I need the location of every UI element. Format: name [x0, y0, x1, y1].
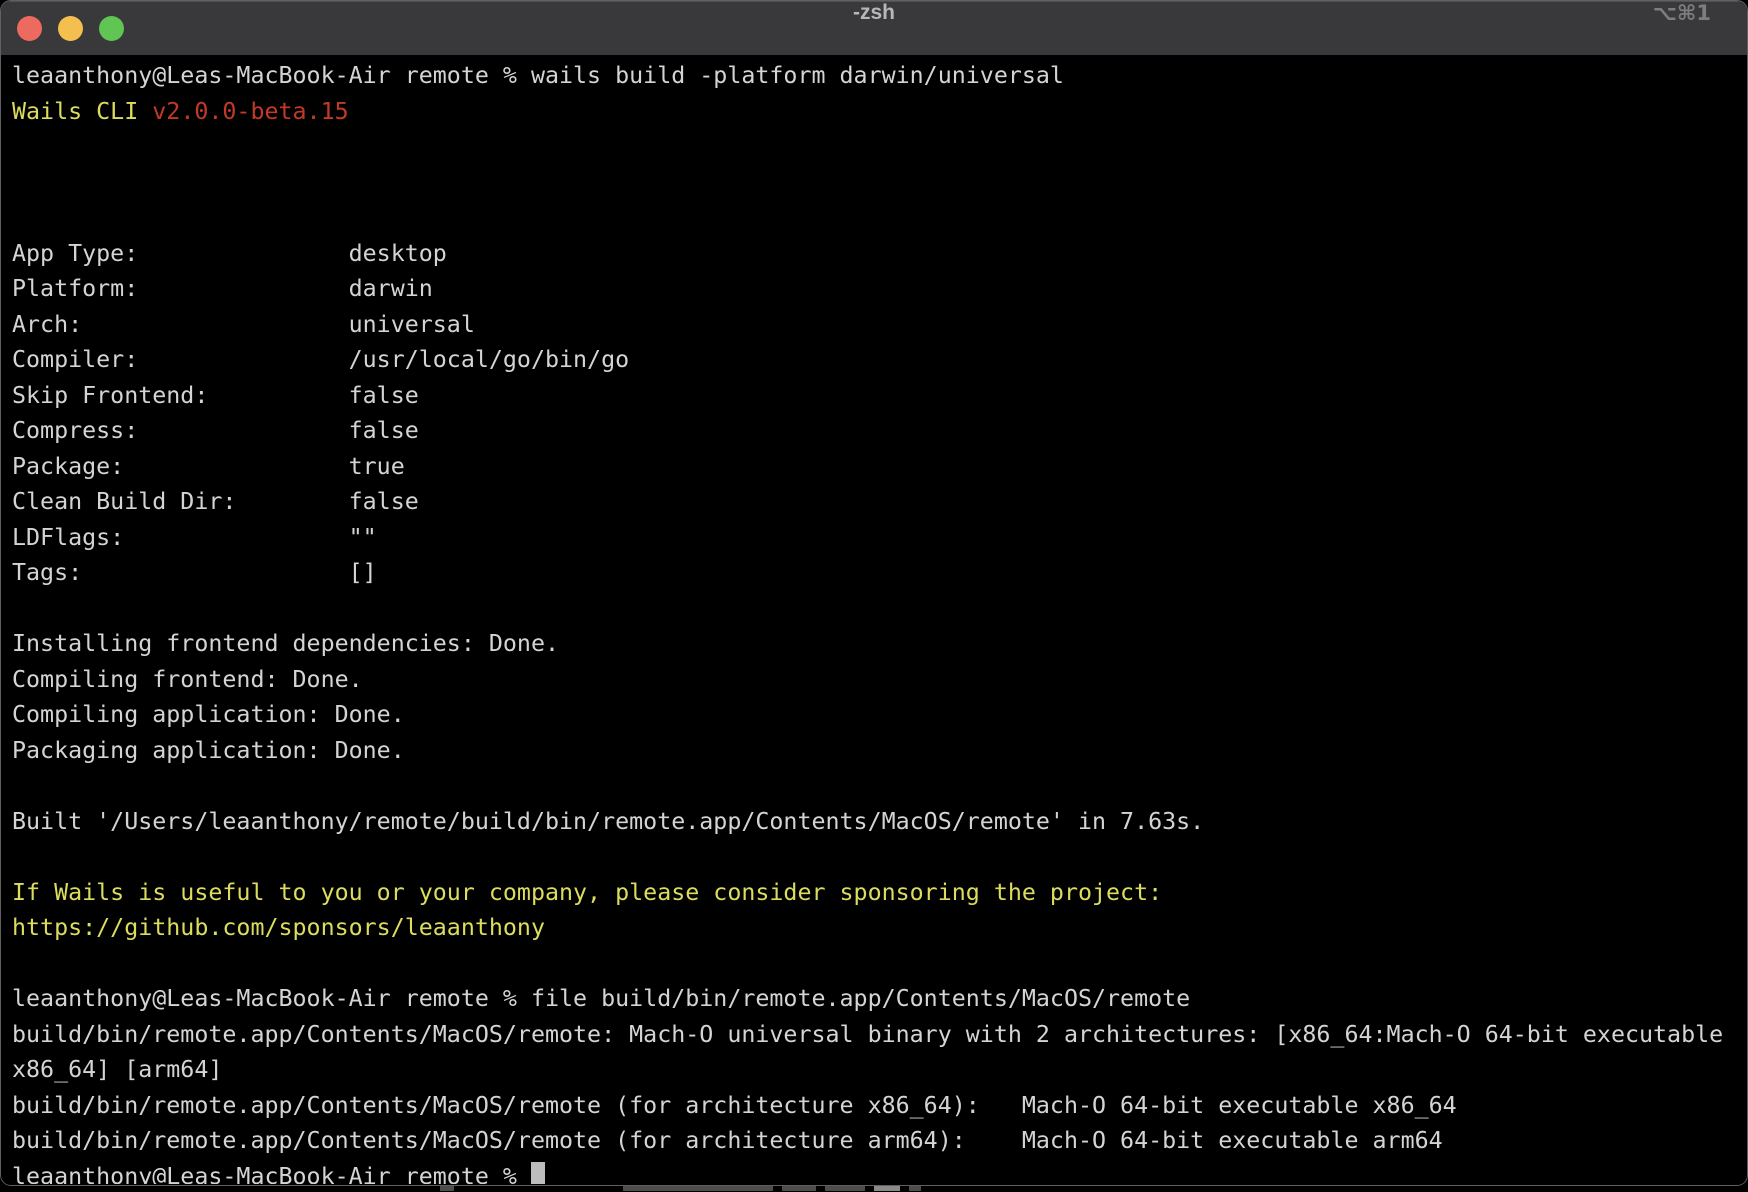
- terminal-line: leaanthony@Leas-MacBook-Air remote %: [12, 1163, 545, 1185]
- terminal-line: build/bin/remote.app/Contents/MacOS/remo…: [12, 1127, 1443, 1154]
- terminal-line: build/bin/remote.app/Contents/MacOS/remo…: [12, 1021, 1723, 1048]
- tab-shortcut-badge: ⌥⌘1: [1653, 1, 1711, 55]
- terminal-line: Package: true: [12, 453, 405, 480]
- terminal-line: Arch: universal: [12, 311, 475, 338]
- terminal-line: Packaging application: Done.: [12, 737, 405, 764]
- terminal-line: Skip Frontend: false: [12, 382, 419, 409]
- terminal-line: https://github.com/sponsors/leaanthony: [12, 914, 545, 941]
- terminal-line: Installing frontend dependencies: Done.: [12, 630, 559, 657]
- desktop-screen: -zsh ⌥⌘1 leaanthony@Leas-MacBook-Air rem…: [0, 0, 1748, 1192]
- terminal-line: Tags: []: [12, 559, 377, 586]
- terminal-line: build/bin/remote.app/Contents/MacOS/remo…: [12, 1092, 1457, 1119]
- terminal-line: x86_64] [arm64]: [12, 1056, 222, 1083]
- titlebar[interactable]: -zsh ⌥⌘1: [1, 1, 1747, 56]
- terminal-screen[interactable]: leaanthony@Leas-MacBook-Air remote % wai…: [1, 56, 1747, 1184]
- terminal-line: Clean Build Dir: false: [12, 488, 419, 515]
- terminal-line: leaanthony@Leas-MacBook-Air remote % fil…: [12, 985, 1190, 1012]
- window-title: -zsh: [1, 1, 1747, 55]
- background-window-artifact: [440, 1185, 960, 1192]
- terminal-line: Wails CLI v2.0.0-beta.15: [12, 98, 349, 125]
- terminal-line: Platform: darwin: [12, 275, 433, 302]
- terminal-line: Compiler: /usr/local/go/bin/go: [12, 346, 629, 373]
- terminal-line: Built '/Users/leaanthony/remote/build/bi…: [12, 808, 1204, 835]
- terminal-line: leaanthony@Leas-MacBook-Air remote % wai…: [12, 62, 1064, 89]
- terminal-cursor: [531, 1162, 545, 1185]
- terminal-line: Compiling application: Done.: [12, 701, 405, 728]
- terminal-window: -zsh ⌥⌘1 leaanthony@Leas-MacBook-Air rem…: [0, 0, 1748, 1186]
- terminal-line: LDFlags: "": [12, 524, 377, 551]
- terminal-line: Compiling frontend: Done.: [12, 666, 363, 693]
- terminal-output: leaanthony@Leas-MacBook-Air remote % wai…: [12, 58, 1739, 1184]
- terminal-line: App Type: desktop: [12, 240, 447, 267]
- terminal-line: Compress: false: [12, 417, 419, 444]
- terminal-line: If Wails is useful to you or your compan…: [12, 879, 1162, 906]
